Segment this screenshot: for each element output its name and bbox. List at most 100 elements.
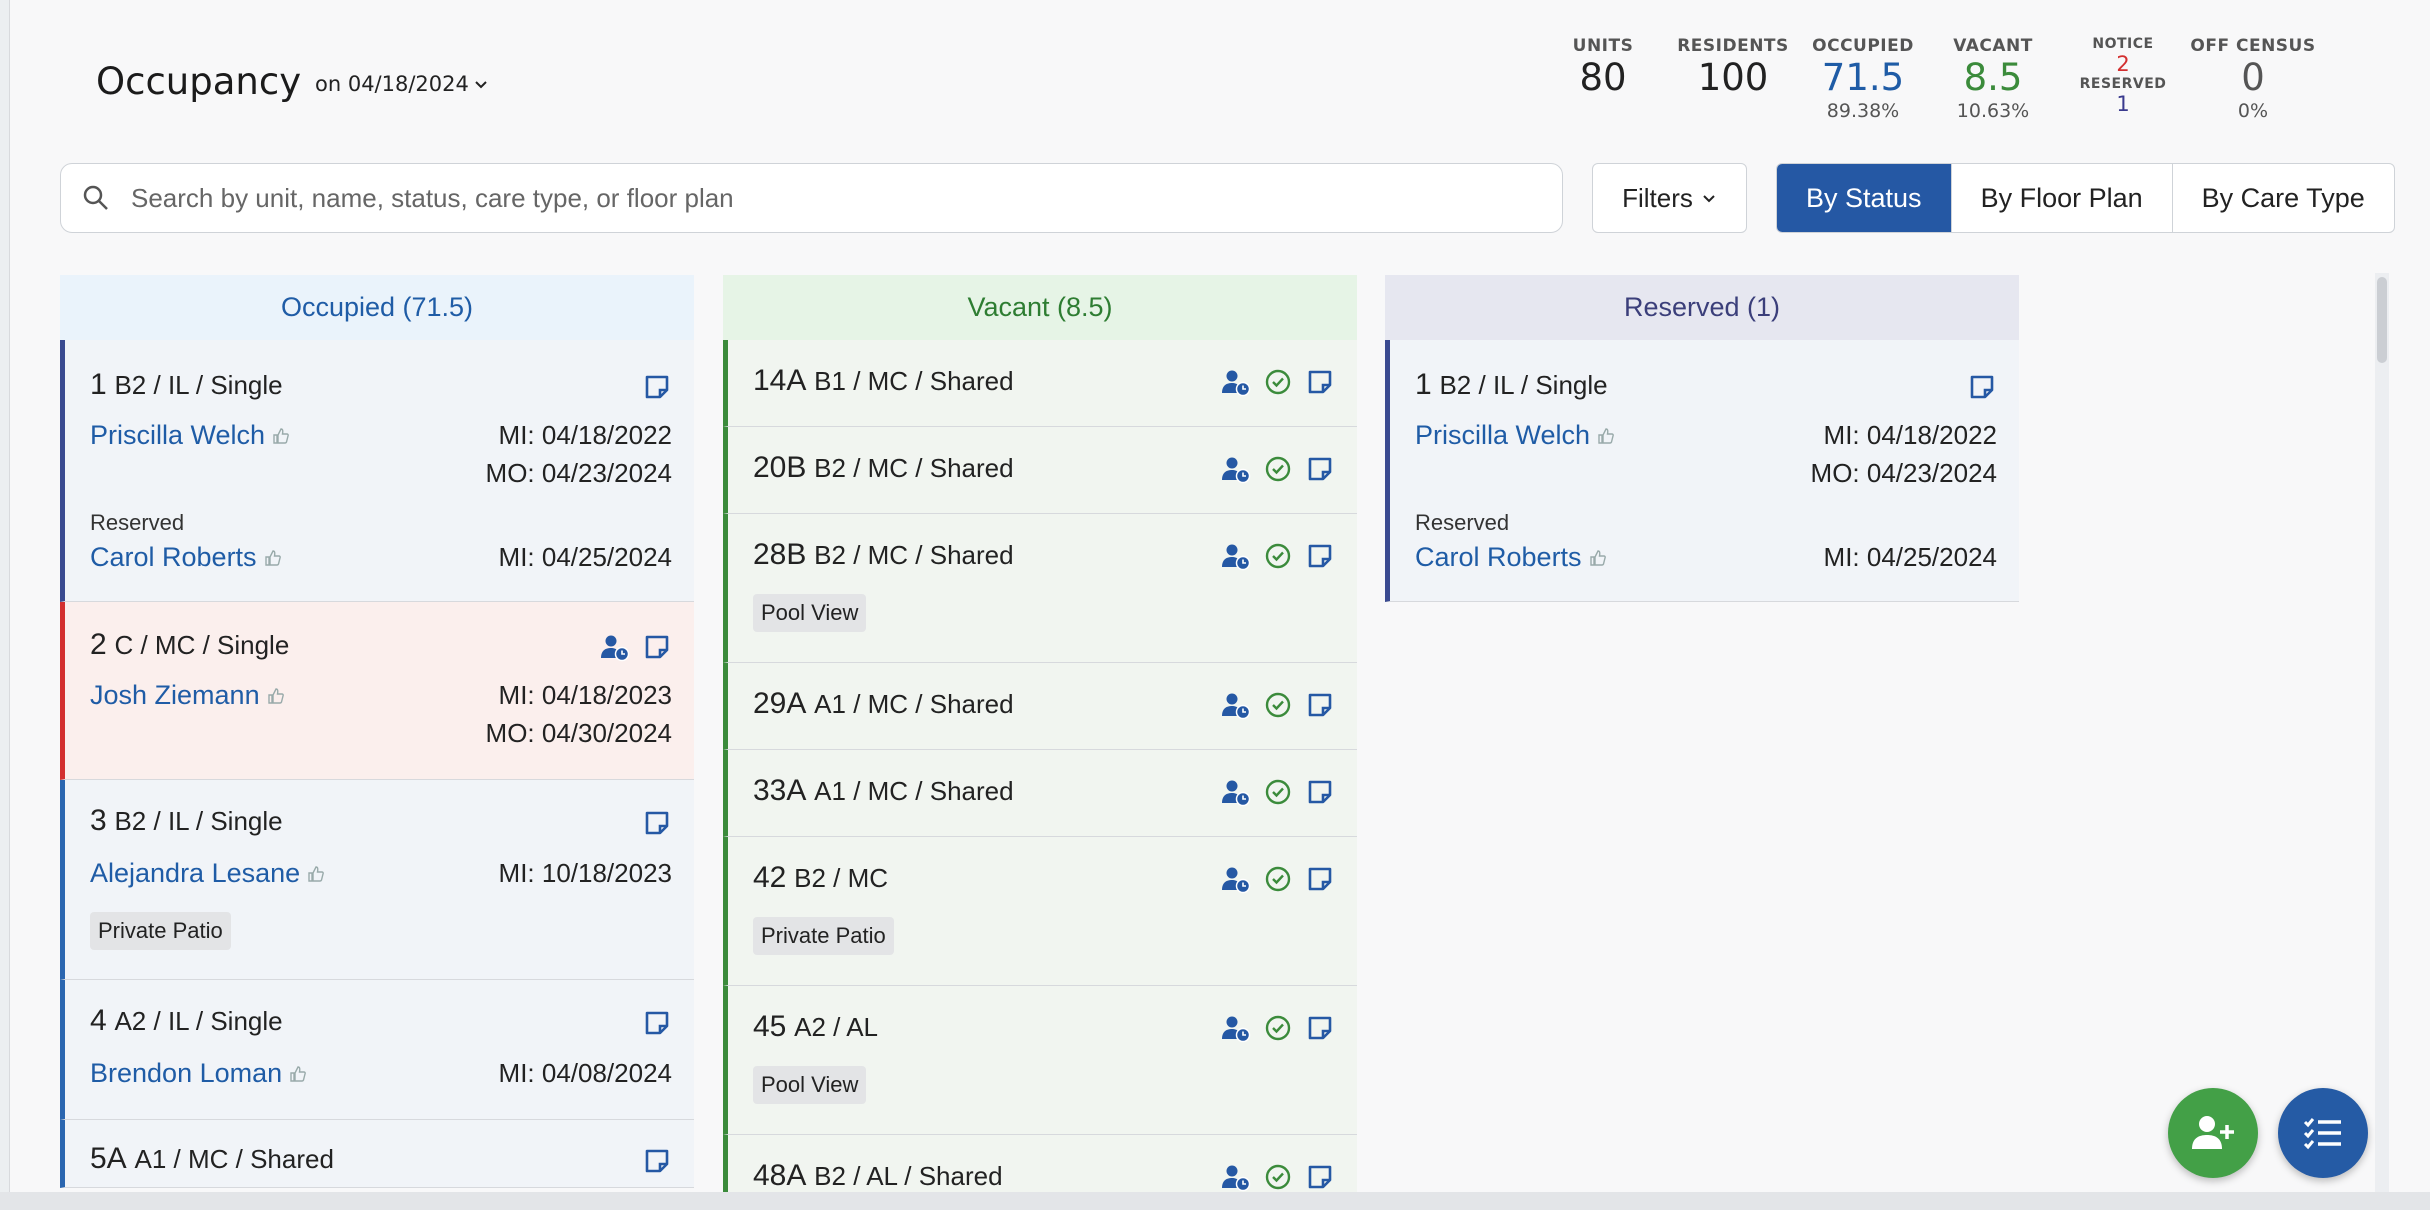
search-input[interactable] [131, 182, 1531, 214]
filters-label: Filters [1622, 182, 1693, 213]
check-circle-icon[interactable] [1263, 454, 1293, 484]
check-circle-icon[interactable] [1263, 1013, 1293, 1043]
note-icon[interactable] [642, 1008, 672, 1038]
unit-line: 33A A1 / MC / Shared [753, 774, 1014, 808]
stat-notice-label: NOTICE [2092, 36, 2154, 52]
resident-name[interactable]: Josh Ziemann [90, 680, 286, 711]
note-icon[interactable] [1305, 367, 1335, 397]
task-list-button[interactable] [2278, 1088, 2368, 1178]
reserved-name[interactable]: Carol Roberts [90, 542, 283, 573]
person-clock-icon[interactable] [600, 632, 630, 662]
check-circle-icon[interactable] [1263, 367, 1293, 397]
note-icon[interactable] [642, 1146, 672, 1176]
view-by-status[interactable]: By Status [1777, 164, 1951, 232]
move-in-date: MI: 04/18/2023 [498, 680, 672, 710]
check-circle-icon[interactable] [1263, 690, 1293, 720]
note-icon[interactable] [1305, 541, 1335, 571]
person-clock-icon[interactable] [1221, 454, 1251, 484]
unit-card[interactable]: 42 B2 / MC Private Patio [723, 837, 1357, 986]
note-icon[interactable] [1305, 777, 1335, 807]
unit-number: 1 [90, 368, 107, 401]
scrollbar-thumb[interactable] [2377, 277, 2387, 363]
reserved-name[interactable]: Carol Roberts [1415, 542, 1608, 573]
view-by-floor-plan[interactable]: By Floor Plan [1950, 164, 2172, 232]
person-clock-icon[interactable] [1221, 864, 1251, 894]
unit-card[interactable]: 28B B2 / MC / Shared Pool View [723, 514, 1357, 663]
unit-line: 1 B2 / IL / Single [90, 368, 283, 402]
stat-vacant-value: 8.5 [1963, 56, 2023, 99]
check-circle-icon[interactable] [1263, 864, 1293, 894]
unit-meta: B2 / MC / Shared [814, 453, 1014, 483]
stat-notice-value: 2 [2116, 52, 2130, 76]
person-clock-icon[interactable] [1221, 541, 1251, 571]
unit-card[interactable]: 3 B2 / IL / Single Alejandra Lesane MI: … [60, 780, 694, 980]
move-in-date: MI: 04/08/2024 [498, 1058, 672, 1088]
add-resident-button[interactable] [2168, 1088, 2258, 1178]
column-occupied-title: Occupied (71.5) [60, 275, 694, 340]
move-in-date: MI: 04/18/2022 [498, 420, 672, 450]
card-icons [1221, 777, 1335, 807]
stat-residents-value: 100 [1697, 56, 1769, 99]
unit-card[interactable]: 2 C / MC / Single Josh Ziemann MI: 04/18… [60, 602, 694, 780]
person-clock-icon[interactable] [1221, 690, 1251, 720]
check-circle-icon[interactable] [1263, 541, 1293, 571]
card-icons [1221, 541, 1335, 571]
reserved-label: Reserved [1415, 510, 1510, 535]
unit-card[interactable]: 1 B2 / IL / Single Priscilla Welch MI: 0… [1385, 340, 2019, 602]
note-icon[interactable] [1305, 1013, 1335, 1043]
card-icons [1221, 1162, 1335, 1192]
note-icon[interactable] [642, 372, 672, 402]
reserved-move-in: MI: 04/25/2024 [1823, 542, 1997, 572]
feature-tag: Pool View [753, 1066, 867, 1104]
unit-meta: B2 / IL / Single [114, 370, 283, 400]
unit-meta: B2 / MC / Shared [814, 540, 1014, 570]
unit-number: 48A [753, 1159, 807, 1192]
unit-card[interactable]: 14A B1 / MC / Shared [723, 340, 1357, 427]
check-circle-icon[interactable] [1263, 1162, 1293, 1192]
card-icons [1221, 367, 1335, 397]
column-vacant: Vacant (8.5) 14A B1 / MC / Shared 20B B2 … [723, 275, 1357, 1195]
resident-name[interactable]: Brendon Loman [90, 1058, 308, 1089]
unit-meta: A2 / IL / Single [114, 1006, 283, 1036]
note-icon[interactable] [642, 808, 672, 838]
unit-card[interactable]: 48A B2 / AL / Shared [723, 1135, 1357, 1195]
view-by-care-type[interactable]: By Care Type [2171, 164, 2394, 232]
unit-number: 29A [753, 687, 807, 720]
unit-card[interactable]: 45 A2 / AL Pool View [723, 986, 1357, 1135]
scrollbar-track[interactable] [2375, 273, 2389, 1193]
unit-line: 5A A1 / MC / Shared [90, 1142, 334, 1176]
note-icon[interactable] [1305, 454, 1335, 484]
resident-name[interactable]: Priscilla Welch [1415, 420, 1616, 451]
note-icon[interactable] [1305, 864, 1335, 894]
unit-card[interactable]: 5A A1 / MC / Shared [60, 1120, 694, 1188]
unit-meta: A1 / MC / Shared [814, 689, 1014, 719]
unit-card[interactable]: 29A A1 / MC / Shared [723, 663, 1357, 750]
filters-button[interactable]: Filters [1592, 163, 1747, 233]
date-select[interactable]: on 04/18/2024 [315, 72, 489, 96]
resident-name[interactable]: Priscilla Welch [90, 420, 291, 451]
stat-units: UNITS 80 [1538, 36, 1668, 122]
thumbs-up-icon [308, 865, 325, 882]
unit-number: 2 [90, 628, 107, 661]
person-clock-icon[interactable] [1221, 367, 1251, 397]
note-icon[interactable] [1967, 372, 1997, 402]
note-icon[interactable] [1305, 690, 1335, 720]
unit-number: 4 [90, 1004, 107, 1037]
unit-card[interactable]: 1 B2 / IL / Single Priscilla Welch MI: 0… [60, 340, 694, 602]
person-clock-icon[interactable] [1221, 1013, 1251, 1043]
feature-tag: Private Patio [90, 912, 231, 950]
note-icon[interactable] [642, 632, 672, 662]
date-label: on 04/18/2024 [315, 72, 469, 96]
note-icon[interactable] [1305, 1162, 1335, 1192]
horizontal-scrollbar[interactable] [0, 1192, 2430, 1210]
unit-line: 45 A2 / AL [753, 1010, 878, 1044]
unit-card[interactable]: 20B B2 / MC / Shared [723, 427, 1357, 514]
resident-name[interactable]: Alejandra Lesane [90, 858, 326, 889]
unit-card[interactable]: 4 A2 / IL / Single Brendon Loman MI: 04/… [60, 980, 694, 1120]
unit-card[interactable]: 33A A1 / MC / Shared [723, 750, 1357, 837]
unit-meta: B2 / MC [794, 863, 889, 893]
person-clock-icon[interactable] [1221, 777, 1251, 807]
person-clock-icon[interactable] [1221, 1162, 1251, 1192]
left-edge [0, 0, 10, 1210]
check-circle-icon[interactable] [1263, 777, 1293, 807]
